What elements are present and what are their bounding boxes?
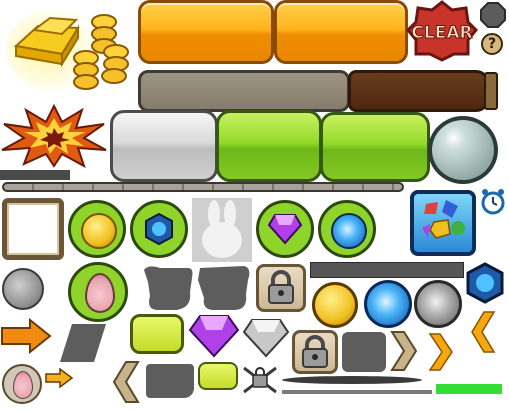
- blue-gem-slot-icon[interactable]: [130, 200, 188, 258]
- arrow-right-icon[interactable]: [0, 317, 52, 355]
- blue-swirl-orb-icon: [331, 213, 367, 249]
- parallelogram-shape: [58, 322, 108, 364]
- glass-orb-icon: [428, 116, 498, 184]
- silver-diamond-icon: [242, 318, 290, 358]
- gold-bars-coins-icon: [6, 2, 134, 96]
- blue-swirl-orb-icon-large: [364, 280, 412, 328]
- orange-button-left[interactable]: [138, 0, 274, 64]
- gray-swirl-orb-icon: [414, 280, 462, 328]
- clear-badge-icon: CLEAR: [405, 0, 479, 62]
- shadow-silhouette-icon-2: [194, 264, 254, 314]
- blue-gem-icon-large: [464, 262, 506, 304]
- gray-bar: [138, 70, 350, 112]
- clear-label: CLEAR: [411, 23, 472, 43]
- divider-bar: [2, 182, 404, 192]
- arrow-right-icon-small[interactable]: [44, 367, 74, 389]
- lime-pill-icon-small: [198, 362, 238, 390]
- lock-slot-icon: [256, 264, 306, 312]
- shadow-silhouette-icon: [140, 264, 196, 314]
- green-line: [436, 384, 502, 394]
- dark-strip: [0, 170, 70, 180]
- purple-gem-slot-icon[interactable]: [256, 200, 314, 258]
- coin-icon-large: [312, 282, 358, 328]
- alarm-clock-icon: [480, 186, 506, 216]
- thin-bar: [282, 390, 432, 394]
- purple-diamond-icon-large: [188, 314, 240, 358]
- chevron-left-icon[interactable]: [112, 360, 142, 404]
- octagon-icon: [480, 2, 506, 28]
- purple-diamond-icon: [267, 213, 303, 245]
- help-glyph: ?: [487, 36, 497, 52]
- chevron-right-icon-orange[interactable]: [426, 332, 456, 372]
- shadow-ellipse: [282, 376, 422, 384]
- gray-block-shape: [146, 364, 194, 398]
- brown-bar: [348, 70, 490, 112]
- bunny-silhouette-icon: [192, 198, 252, 262]
- coin-slot-icon[interactable]: [68, 200, 126, 258]
- empty-frame-icon: [2, 198, 64, 260]
- blue-gem-icon: [142, 212, 176, 246]
- silver-button[interactable]: [110, 110, 218, 182]
- dark-bar: [310, 262, 464, 278]
- gems-panel-icon[interactable]: [410, 190, 476, 256]
- green-button-left[interactable]: [216, 110, 322, 182]
- chevron-left-icon-orange[interactable]: [470, 310, 498, 354]
- stone-icon: [2, 268, 44, 310]
- chain-lock-icon: [242, 364, 278, 394]
- brown-bar-cap: [484, 72, 498, 110]
- lock-slot-icon-2: [292, 330, 338, 374]
- chevron-right-icon[interactable]: [388, 330, 418, 372]
- help-icon[interactable]: ?: [481, 33, 503, 55]
- egg-icon-small: [2, 364, 42, 404]
- egg-slot-icon[interactable]: [68, 262, 128, 322]
- orange-button-right[interactable]: [274, 0, 408, 64]
- egg-icon: [85, 273, 115, 313]
- green-button-right[interactable]: [320, 112, 430, 182]
- egg-inner-icon: [13, 371, 33, 399]
- blue-orb-slot-icon[interactable]: [318, 200, 376, 258]
- coin-icon: [81, 213, 117, 249]
- gray-square-shape: [342, 332, 386, 372]
- lime-pill-icon: [130, 314, 184, 354]
- explosion-icon: [0, 103, 108, 169]
